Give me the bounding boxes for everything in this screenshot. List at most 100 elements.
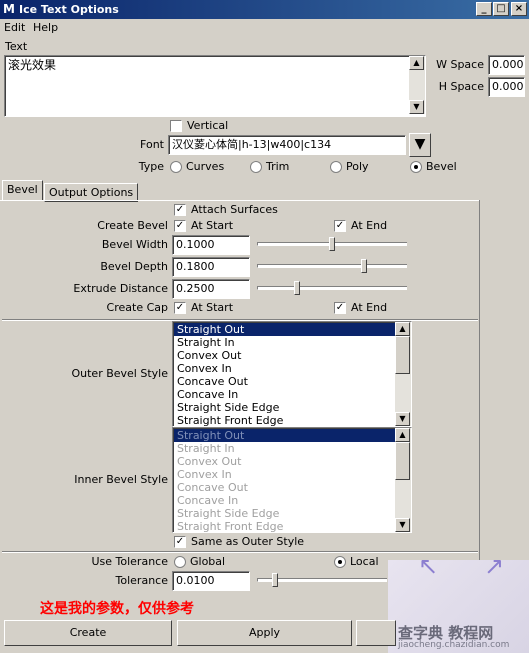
list-item: Straight Side Edge [177, 507, 280, 520]
separator [2, 551, 478, 553]
bevel-at-end-checkbox[interactable]: ✓ [334, 220, 346, 232]
close-dialog-button[interactable] [356, 620, 396, 646]
bevel-width-slider[interactable] [257, 236, 407, 254]
outer-bevel-style-label: Outer Bevel Style [71, 367, 168, 380]
bevel-depth-slider[interactable] [257, 258, 407, 276]
text-input[interactable]: 滚光效果 ▲ ▼ [4, 55, 426, 117]
type-trim-radio[interactable] [250, 161, 262, 173]
tolerance-label: Tolerance [115, 574, 168, 587]
title-bar: M Ice Text Options _ □ × [0, 0, 529, 19]
list-item: Convex Out [177, 455, 242, 468]
slider-thumb[interactable] [272, 573, 278, 587]
tolerance-local-radio[interactable] [334, 556, 346, 568]
scroll-down-icon[interactable]: ▼ [395, 518, 410, 532]
cap-at-end-checkbox[interactable]: ✓ [334, 302, 346, 314]
apply-button[interactable]: Apply [177, 620, 352, 646]
font-picker-arrow-icon[interactable]: ▼ [409, 133, 431, 157]
inner-style-items: Straight Out Straight In Convex Out Convex … [174, 429, 396, 533]
menu-help[interactable]: Help [33, 21, 58, 34]
attach-surfaces-checkbox[interactable]: ✓ [174, 204, 186, 216]
close-button[interactable]: × [511, 2, 527, 16]
scroll-thumb[interactable] [395, 336, 410, 374]
outer-bevel-style-list[interactable]: Straight Out Straight In Convex Out Convex … [172, 321, 412, 427]
text-label: Text [5, 40, 28, 53]
list-item[interactable]: Straight Front Edge [174, 414, 396, 427]
scroll-down-icon[interactable]: ▼ [409, 100, 424, 114]
vertical-label: Vertical [187, 119, 229, 132]
vertical-checkbox[interactable] [170, 120, 182, 132]
list-item[interactable]: Convex In [174, 362, 396, 375]
h-space-label: H Space [438, 80, 484, 93]
annotation-text: 这是我的参数，仅供参考 [40, 601, 194, 617]
cap-at-start-checkbox[interactable]: ✓ [174, 302, 186, 314]
type-bevel-label: Bevel [426, 160, 457, 173]
list-item: Convex In [177, 468, 232, 481]
arrow-decoration-icon: ↖ [418, 552, 439, 580]
list-item[interactable]: Concave In [174, 388, 396, 401]
tab-panel-edge [479, 200, 480, 590]
extrude-distance-slider[interactable] [257, 280, 407, 298]
extrude-distance-field[interactable]: 0.2500 [172, 279, 250, 299]
slider-thumb[interactable] [329, 237, 335, 251]
menu-edit[interactable]: Edit [4, 21, 25, 34]
outer-list-scrollbar[interactable]: ▲ ▼ [395, 322, 411, 426]
tab-bevel[interactable]: Bevel [2, 180, 43, 201]
window-title: Ice Text Options [19, 3, 119, 16]
type-bevel-radio[interactable] [410, 161, 422, 173]
bevel-at-end-label: At End [351, 219, 388, 232]
h-space-field[interactable]: 0.000 [488, 77, 525, 97]
arrow-decoration-icon: ↗ [484, 552, 505, 580]
list-item[interactable]: Straight Side Edge [174, 401, 396, 414]
list-item[interactable]: Convex Out [174, 349, 396, 362]
text-scrollbar[interactable]: ▲ ▼ [409, 56, 425, 114]
type-curves-radio[interactable] [170, 161, 182, 173]
tolerance-slider[interactable] [257, 572, 387, 590]
slider-thumb[interactable] [294, 281, 300, 295]
create-bevel-label: Create Bevel [97, 219, 168, 232]
list-item: Concave Out [177, 481, 248, 494]
font-label: Font [140, 138, 164, 151]
list-item: Straight Out [174, 429, 396, 442]
list-item: Concave In [177, 494, 239, 507]
scroll-down-icon[interactable]: ▼ [395, 412, 410, 426]
tolerance-field[interactable]: 0.0100 [172, 571, 250, 591]
bevel-depth-field[interactable]: 0.1800 [172, 257, 250, 277]
type-label: Type [138, 160, 164, 173]
scroll-thumb[interactable] [395, 442, 410, 480]
list-item[interactable]: Straight Out [174, 323, 396, 336]
tolerance-global-radio[interactable] [174, 556, 186, 568]
slider-track [257, 264, 407, 268]
font-field[interactable]: 汉仪菱心体简|h-13|w400|c134 [168, 135, 406, 155]
list-item[interactable]: Straight In [174, 336, 396, 349]
bevel-at-start-label: At Start [191, 219, 234, 232]
inner-bevel-style-list[interactable]: Straight Out Straight In Convex Out Convex … [172, 427, 412, 533]
bevel-at-start-checkbox[interactable]: ✓ [174, 220, 186, 232]
slider-thumb[interactable] [361, 259, 367, 273]
scroll-up-icon[interactable]: ▲ [409, 56, 424, 70]
inner-list-scrollbar[interactable]: ▲ ▼ [395, 428, 411, 532]
maya-logo-icon: M [3, 2, 15, 16]
type-poly-radio[interactable] [330, 161, 342, 173]
watermark-url: jiaocheng.chazidian.com [398, 640, 510, 650]
create-button[interactable]: Create [4, 620, 172, 646]
slider-track [257, 286, 407, 290]
scroll-up-icon[interactable]: ▲ [395, 428, 410, 442]
scroll-up-icon[interactable]: ▲ [395, 322, 410, 336]
text-value: 滚光效果 [8, 58, 57, 72]
type-trim-label: Trim [266, 160, 290, 173]
same-as-outer-label: Same as Outer Style [191, 535, 305, 548]
maximize-button[interactable]: □ [493, 2, 509, 16]
w-space-field[interactable]: 0.000 [488, 55, 525, 75]
bevel-depth-label: Bevel Depth [100, 260, 168, 273]
bevel-width-field[interactable]: 0.1000 [172, 235, 250, 255]
tolerance-global-label: Global [190, 555, 226, 568]
bevel-width-label: Bevel Width [101, 238, 168, 251]
list-item[interactable]: Concave Out [174, 375, 396, 388]
inner-bevel-style-label: Inner Bevel Style [74, 473, 168, 486]
minimize-button[interactable]: _ [476, 2, 492, 16]
w-space-label: W Space [436, 58, 484, 71]
tolerance-local-label: Local [350, 555, 379, 568]
type-curves-label: Curves [186, 160, 225, 173]
same-as-outer-checkbox[interactable]: ✓ [174, 536, 186, 548]
outer-style-items[interactable]: Straight Out Straight In Convex Out Convex … [174, 323, 396, 427]
